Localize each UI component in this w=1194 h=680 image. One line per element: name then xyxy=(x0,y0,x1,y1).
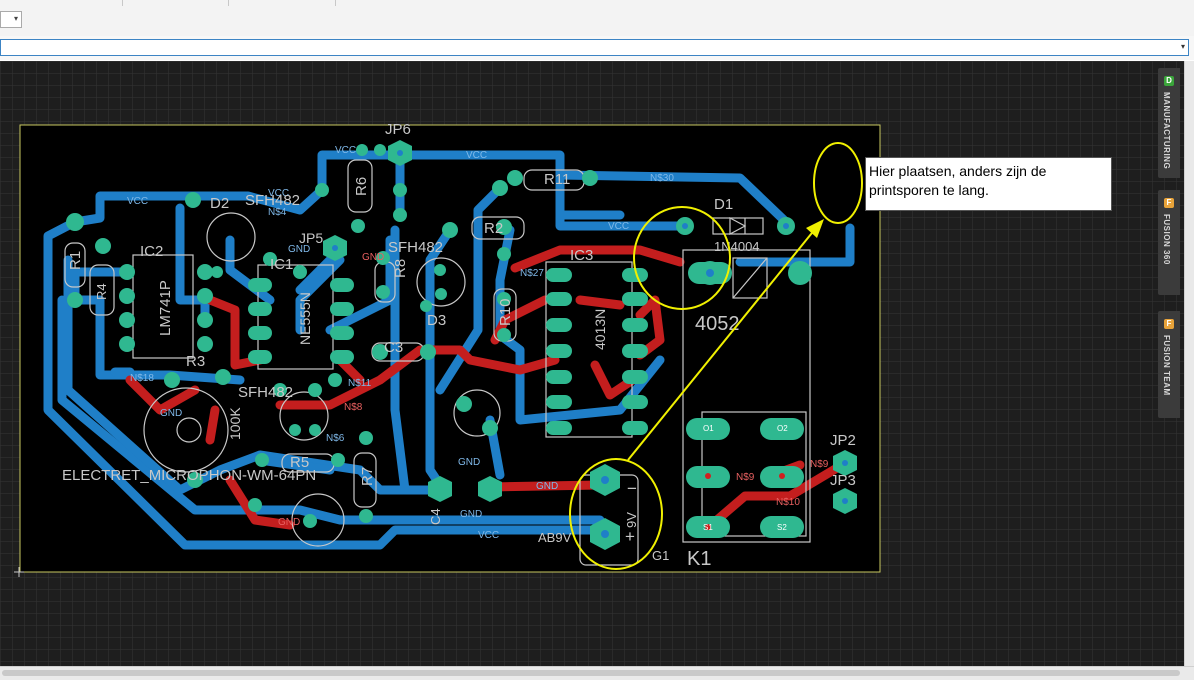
net-label-gnd: GND xyxy=(536,481,558,492)
label-ne555n: NE555N xyxy=(297,292,313,345)
label-jp5: JP5 xyxy=(299,230,323,246)
label-r6: R6 xyxy=(353,177,370,196)
label-sfh482: SFH482 xyxy=(238,384,293,401)
label-ab9v: AB9V xyxy=(538,530,572,545)
label-r7: R7 xyxy=(359,467,376,486)
label-r2: R2 xyxy=(484,220,503,237)
horizontal-scrollbar[interactable] xyxy=(0,666,1194,680)
label-jp6: JP6 xyxy=(385,121,411,138)
tab-fusion-team[interactable]: F FUSION TEAM xyxy=(1158,311,1180,418)
tab-label: FUSION TEAM xyxy=(1162,335,1171,396)
net-label-n10: N$10 xyxy=(776,497,800,508)
label-d1: D1 xyxy=(714,196,733,213)
chevron-down-icon[interactable]: ▾ xyxy=(1181,42,1185,51)
net-label-gnd: GND xyxy=(160,408,182,419)
board-canvas[interactable]: VCC VCC VCC VCC VCC VCC N$30 N$27 N$11 N… xyxy=(0,61,1184,666)
net-label-n9: N$9 xyxy=(736,472,755,483)
tab-label: FUSION 360 xyxy=(1162,214,1171,265)
manufacturing-icon: D xyxy=(1164,76,1174,86)
label-c4: C4 xyxy=(428,508,443,525)
label-sfh482: SFH482 xyxy=(245,192,300,209)
label-o2: O2 xyxy=(777,424,788,433)
toolbar-divider xyxy=(122,0,123,6)
label-s2: S2 xyxy=(777,523,787,532)
command-input[interactable]: ▾ xyxy=(0,39,1189,56)
label-batt-plus: + xyxy=(625,527,635,546)
label-sfh482: SFH482 xyxy=(388,239,443,256)
label-r4: R4 xyxy=(94,283,109,300)
label-g1: G1 xyxy=(652,548,669,563)
net-label-gnd: GND xyxy=(278,517,300,528)
label-batt-minus: − xyxy=(627,479,637,498)
label-9v: 9V xyxy=(624,512,639,528)
net-label-n27: N$27 xyxy=(520,268,544,279)
label-microphone: ELECTRET_MICROPHON-WM-64PN xyxy=(62,467,316,484)
label-jp3: JP3 xyxy=(830,472,856,489)
tab-manufacturing[interactable]: D MANUFACTURING xyxy=(1158,68,1180,178)
tab-fusion-360[interactable]: F FUSION 360 xyxy=(1158,190,1180,295)
label-1n4004: 1N4004 xyxy=(714,239,760,254)
vertical-scrollbar[interactable] xyxy=(1184,61,1194,666)
tab-label: MANUFACTURING xyxy=(1162,92,1171,170)
net-label-gnd: GND xyxy=(460,509,482,520)
toolbar: ▾ xyxy=(0,0,1194,37)
toolbar-divider xyxy=(228,0,229,6)
callout-note: Hier plaatsen, anders zijn de printspore… xyxy=(865,157,1112,211)
net-label-vcc: VCC xyxy=(478,530,499,541)
label-d3: D3 xyxy=(427,312,446,329)
label-r11: R11 xyxy=(544,171,570,188)
net-label-gnd: GND xyxy=(458,457,480,468)
command-bar: ▾ xyxy=(0,36,1194,60)
net-label-vcc: VCC xyxy=(335,145,356,156)
label-d2: D2 xyxy=(210,195,229,212)
net-label-gnd: GND xyxy=(362,252,384,263)
net-label-vcc: VCC xyxy=(466,150,487,161)
net-label-n18: N$18 xyxy=(130,373,154,384)
scrollbar-thumb[interactable] xyxy=(2,670,1180,676)
net-label-vcc: VCC xyxy=(127,196,148,207)
label-ic2: IC2 xyxy=(140,243,163,260)
label-lm741p: LM741P xyxy=(157,280,174,336)
label-k1: K1 xyxy=(687,548,711,570)
label-100k: 100K xyxy=(227,407,243,440)
net-label-n11: N$11 xyxy=(348,378,372,389)
net-label-n30: N$30 xyxy=(650,173,674,184)
net-label-n6: N$6 xyxy=(326,433,345,444)
label-4013n: 4013N xyxy=(592,309,608,350)
label-ic3: IC3 xyxy=(570,247,593,264)
fusion-360-icon: F xyxy=(1164,198,1174,208)
net-label-vcc: VCC xyxy=(608,221,629,232)
label-s1: S1 xyxy=(703,523,713,532)
layer-select[interactable]: ▾ xyxy=(0,11,22,28)
label-c3: C3 xyxy=(384,339,403,356)
fusion-team-icon: F xyxy=(1164,319,1174,329)
label-r1: R1 xyxy=(67,251,84,270)
label-ic1: IC1 xyxy=(270,256,293,273)
label-r3: R3 xyxy=(186,353,205,370)
toolbar-divider xyxy=(335,0,336,6)
net-label-n9: N$9 xyxy=(810,459,829,470)
net-label-n8: N$8 xyxy=(344,402,363,413)
label-r10: R10 xyxy=(497,298,514,326)
label-jp2: JP2 xyxy=(830,432,856,449)
label-o1: O1 xyxy=(703,424,714,433)
chevron-down-icon: ▾ xyxy=(13,14,18,23)
label-r8: R8 xyxy=(392,259,409,278)
